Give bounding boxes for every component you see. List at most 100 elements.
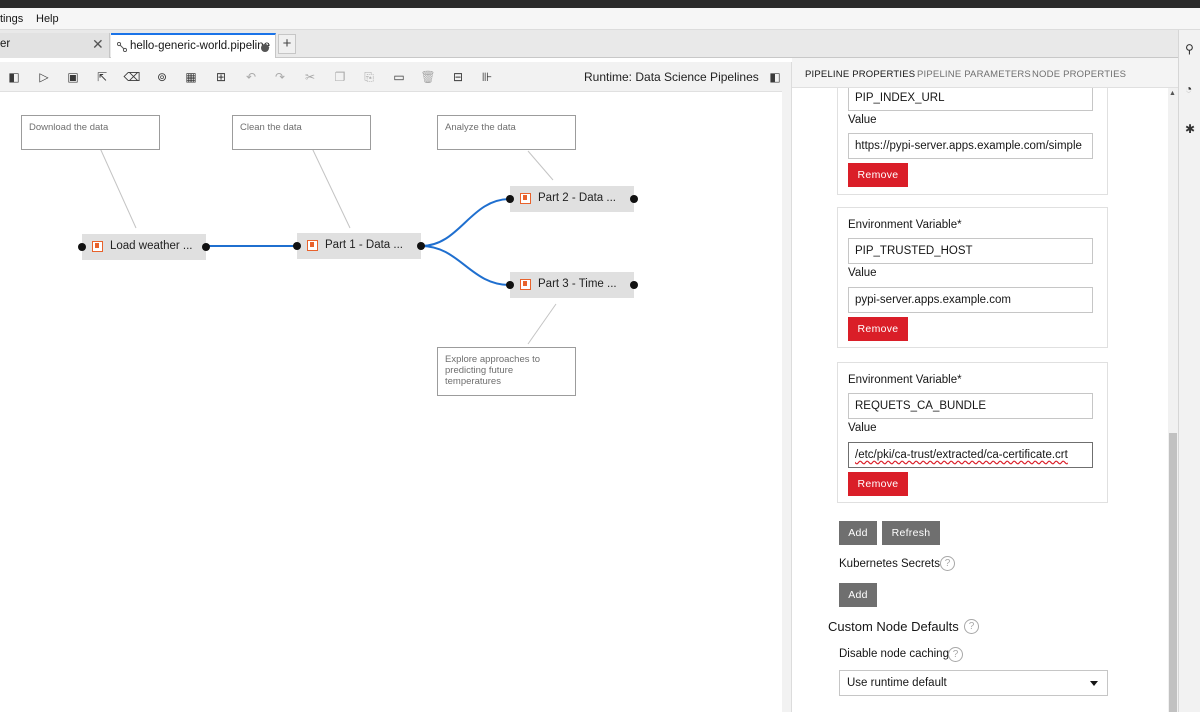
output-port[interactable] <box>417 242 425 250</box>
properties-panel: PIPELINE PROPERTIES PIPELINE PARAMETERS … <box>792 58 1178 712</box>
disable-node-caching-select[interactable]: Use runtime default <box>839 670 1108 696</box>
component-catalogs-icon[interactable]: ⊞ <box>212 68 230 86</box>
env-var-value-input[interactable]: /etc/pki/ca-trust/extracted/ca-certifica… <box>848 442 1093 468</box>
copy-icon[interactable]: ❐ <box>331 68 349 86</box>
pipeline-link[interactable] <box>420 198 511 247</box>
arrange-vertical-icon[interactable]: ⊪ <box>478 68 496 86</box>
tab-label: hello-generic-world.pipeline <box>130 40 270 52</box>
properties-scrollbar[interactable]: ▲ <box>1168 88 1178 712</box>
canvas-links <box>99 147 557 345</box>
debugger-icon[interactable]: ◔ <box>1185 82 1192 96</box>
tab-pipeline[interactable]: hello-generic-world.pipeline <box>111 33 276 58</box>
arrange-horizontal-icon[interactable]: ⊟ <box>449 68 467 86</box>
notebook-icon <box>520 279 531 290</box>
right-sidebar: ⚲ ◔ ✱ <box>1178 30 1200 712</box>
node-part2[interactable]: Part 2 - Data ... <box>510 186 634 212</box>
comment-clean[interactable]: Clean the data <box>232 115 371 150</box>
add-comment-icon[interactable]: ▭ <box>390 68 408 86</box>
env-var-card: Environment Variable* PIP_TRUSTED_HOST V… <box>837 207 1108 348</box>
scroll-up-icon[interactable]: ▲ <box>1169 90 1176 97</box>
remove-button[interactable]: Remove <box>848 163 908 187</box>
output-port[interactable] <box>630 281 638 289</box>
env-var-value-label: Value <box>848 267 877 279</box>
refresh-env-vars-button[interactable]: Refresh <box>882 521 940 545</box>
env-var-card: Environment Variable* REQUETS_CA_BUNDLE … <box>837 362 1108 503</box>
pipeline-link[interactable] <box>420 245 511 286</box>
os-title-bar <box>0 0 1200 8</box>
env-var-value-input[interactable]: https://pypi-server.apps.example.com/sim… <box>848 133 1093 159</box>
close-icon[interactable]: ✕ <box>92 36 104 53</box>
env-var-value-label: Value <box>848 114 877 126</box>
save-icon[interactable]: ▣ <box>64 68 82 86</box>
scrollbar-thumb[interactable] <box>1169 433 1177 712</box>
output-port[interactable] <box>202 243 210 251</box>
properties-tabs: PIPELINE PROPERTIES PIPELINE PARAMETERS … <box>792 58 1178 88</box>
export-icon[interactable]: ⇱ <box>93 68 111 86</box>
toggle-palette-icon[interactable]: ◧ <box>5 68 23 86</box>
cut-icon[interactable]: ✂ <box>301 68 319 86</box>
comment-link <box>311 147 351 229</box>
tab-previous[interactable]: er ✕ <box>0 33 110 58</box>
node-label: Part 1 - Data ... <box>325 239 403 251</box>
node-part3[interactable]: Part 3 - Time ... <box>510 272 634 298</box>
remove-button[interactable]: Remove <box>848 317 908 341</box>
notebook-icon <box>307 240 318 251</box>
properties-content: PIP_INDEX_URL Value https://pypi-server.… <box>792 88 1166 712</box>
menu-help[interactable]: Help <box>36 13 59 25</box>
runtime-images-icon[interactable]: ▦ <box>182 68 200 86</box>
remove-button[interactable]: Remove <box>848 472 908 496</box>
output-port[interactable] <box>630 195 638 203</box>
input-port[interactable] <box>78 243 86 251</box>
undo-icon[interactable]: ↶ <box>242 68 260 86</box>
help-icon[interactable]: ? <box>948 647 963 662</box>
pipeline-toolbar: ◧ ▷ ▣ ⇱ ⌫ ⊚ ▦ ⊞ ↶ ↷ ✂ ❐ ⎘ ▭ 🗑 ⊟ ⊪ Runtim… <box>0 62 790 92</box>
pipeline-icon <box>117 42 127 52</box>
unsaved-dot-icon[interactable] <box>261 44 269 52</box>
node-part1[interactable]: Part 1 - Data ... <box>297 233 421 259</box>
env-var-value-label: Value <box>848 422 877 434</box>
select-value: Use runtime default <box>847 677 947 689</box>
pipeline-canvas[interactable]: Download the data Clean the data Analyze… <box>0 92 782 712</box>
bug-icon[interactable]: ✱ <box>1185 122 1195 136</box>
runtime-label: Runtime: Data Science Pipelines <box>584 70 759 84</box>
redo-icon[interactable]: ↷ <box>271 68 289 86</box>
env-var-name-input[interactable]: PIP_TRUSTED_HOST <box>848 238 1093 264</box>
paste-icon[interactable]: ⎘ <box>360 68 378 86</box>
open-runtimes-icon[interactable]: ⊚ <box>153 68 171 86</box>
tab-label: er <box>0 38 11 50</box>
panel-divider[interactable] <box>782 62 792 712</box>
tab-node-properties[interactable]: NODE PROPERTIES <box>1032 69 1126 80</box>
node-label: Part 3 - Time ... <box>538 278 617 290</box>
help-icon[interactable]: ? <box>940 556 955 571</box>
comment-link <box>527 303 557 345</box>
help-icon[interactable]: ? <box>964 619 979 634</box>
node-load-weather[interactable]: Load weather ... <box>82 234 206 260</box>
kubernetes-secrets-label: Kubernetes Secrets <box>839 558 941 570</box>
env-var-value-input[interactable]: pypi-server.apps.example.com <box>848 287 1093 313</box>
input-port[interactable] <box>293 242 301 250</box>
delete-icon[interactable]: 🗑 <box>419 68 437 86</box>
env-var-name-input[interactable]: REQUETS_CA_BUNDLE <box>848 393 1093 419</box>
menu-settings[interactable]: tings <box>0 13 23 25</box>
add-env-var-button[interactable]: Add <box>839 521 877 545</box>
comment-explore[interactable]: Explore approaches to predicting future … <box>437 347 576 396</box>
custom-node-defaults-heading: Custom Node Defaults <box>828 619 959 634</box>
env-var-label: Environment Variable* <box>848 219 962 231</box>
tab-pipeline-parameters[interactable]: PIPELINE PARAMETERS <box>917 69 1031 80</box>
property-inspector-icon[interactable]: ⚲ <box>1185 42 1194 56</box>
run-pipeline-icon[interactable]: ▷ <box>35 68 53 86</box>
comment-analyze[interactable]: Analyze the data <box>437 115 576 150</box>
chevron-down-icon <box>1090 681 1098 686</box>
env-var-name-input[interactable]: PIP_INDEX_URL <box>848 88 1093 111</box>
comment-download[interactable]: Download the data <box>21 115 160 150</box>
clear-icon[interactable]: ⌫ <box>123 68 141 86</box>
input-port[interactable] <box>506 281 514 289</box>
tab-pipeline-properties[interactable]: PIPELINE PROPERTIES <box>805 69 915 80</box>
env-var-value-text: /etc/pki/ca-trust/extracted/ca-certifica… <box>855 449 1068 461</box>
new-tab-button[interactable]: + <box>278 34 296 54</box>
comment-link <box>99 147 137 229</box>
add-kubernetes-secret-button[interactable]: Add <box>839 583 877 607</box>
env-var-label: Environment Variable* <box>848 374 962 386</box>
notebook-icon <box>520 193 531 204</box>
input-port[interactable] <box>506 195 514 203</box>
